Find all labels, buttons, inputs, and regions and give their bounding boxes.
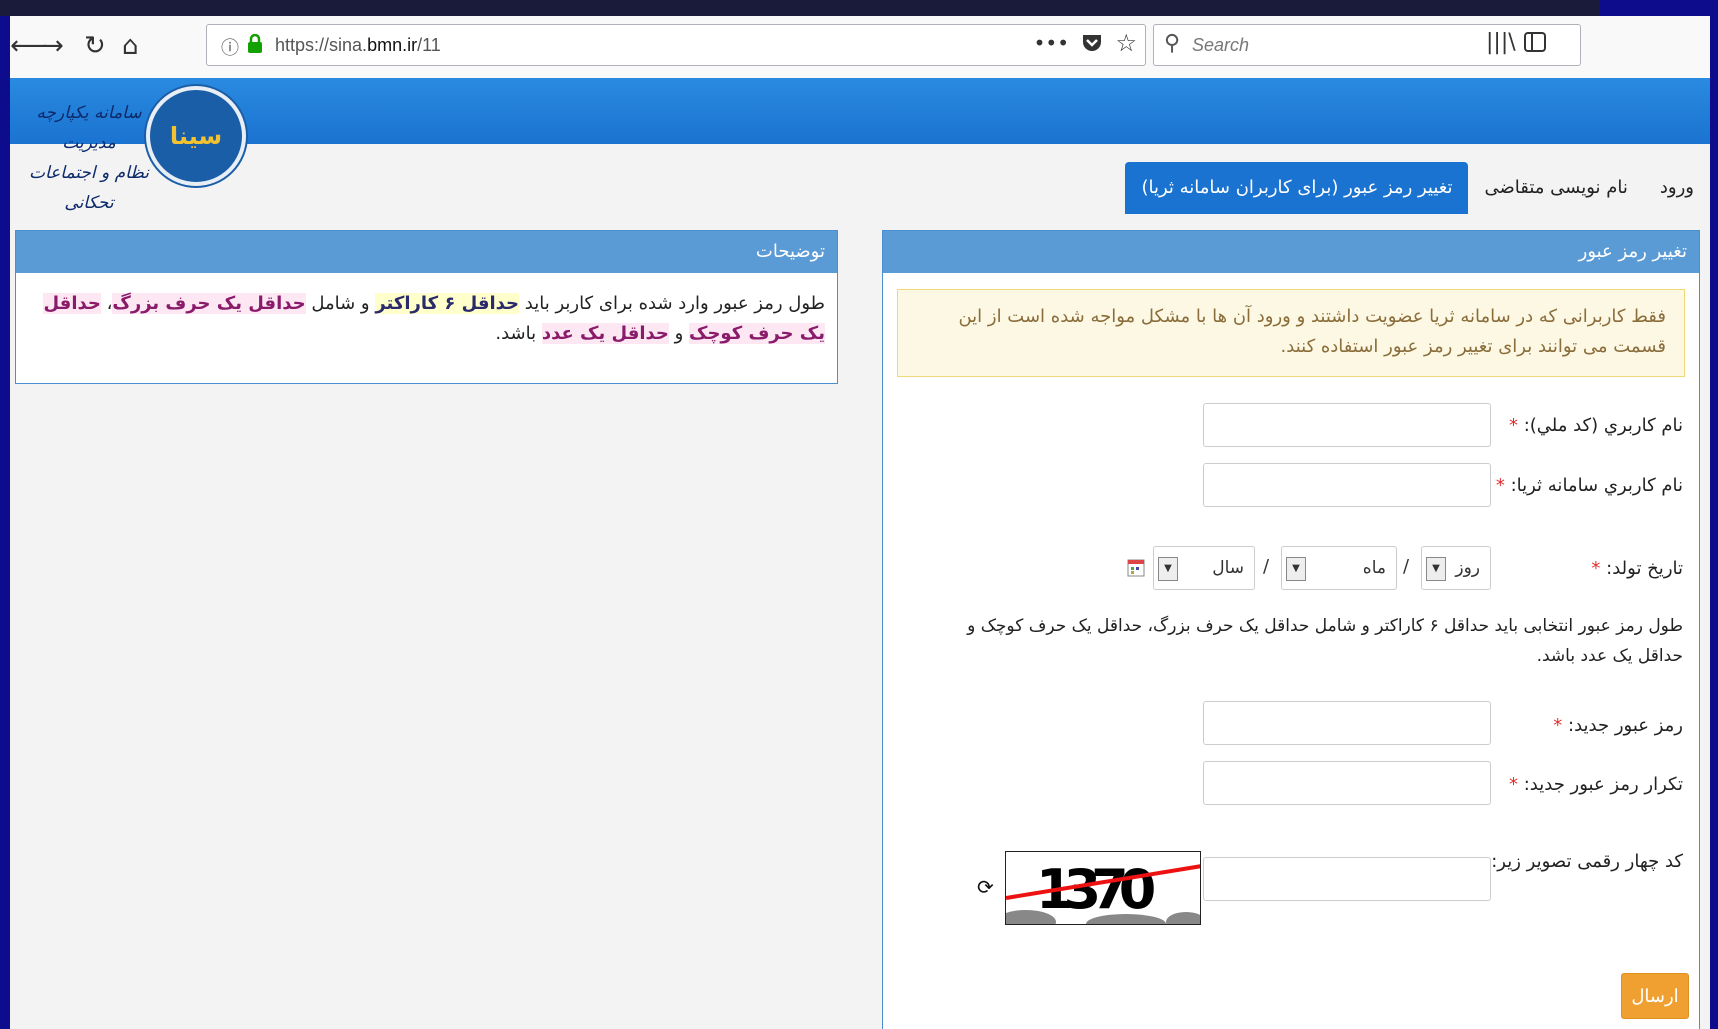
forward-button[interactable]: → (42, 28, 64, 64)
address-bar[interactable]: ⓘ https://sina.bmn.ir/11 ••• ☆ (206, 24, 1146, 66)
new-password-label: رمز عبور جدید: * (1553, 715, 1683, 736)
soraya-username-input[interactable] (1203, 463, 1491, 507)
description-text: طول رمز عبور وارد شده برای کاربر باید حد… (43, 293, 825, 344)
warning-alert: فقط کاربرانی که در سامانه ثریا عضویت داش… (897, 289, 1685, 377)
calendar-icon[interactable] (1127, 559, 1145, 577)
required-mark: * (1553, 715, 1563, 736)
info-icon[interactable]: ⓘ (221, 34, 239, 60)
birth-day-select[interactable]: روز ▼ (1421, 546, 1491, 590)
date-separator: / (1403, 556, 1410, 577)
chevron-down-icon: ▼ (1426, 557, 1446, 581)
window-title-strip (0, 0, 1600, 16)
captcha-image: 1370 (1005, 851, 1201, 925)
page-actions-icon[interactable]: ••• (1034, 31, 1069, 55)
captcha-input[interactable] (1203, 857, 1491, 901)
search-bar[interactable]: ⚲ Search (1153, 24, 1581, 66)
search-icon: ⚲ (1164, 31, 1181, 56)
refresh-captcha-icon[interactable]: ⟳ (977, 875, 994, 899)
library-icon[interactable]: |||\ (1486, 30, 1516, 55)
required-mark: * (1495, 475, 1505, 496)
browser-toolbar: ⟵ → ↻ ⌂ ⓘ https://sina.bmn.ir/11 ••• ☆ ⚲… (10, 16, 1710, 79)
description-panel: توضیحات طول رمز عبور وارد شده برای کاربر… (15, 230, 838, 384)
username-input[interactable] (1203, 403, 1491, 447)
url-text: https://sina.bmn.ir/11 (275, 35, 441, 55)
captcha-label: کد چهار رقمی تصویر زیر: (1491, 851, 1683, 872)
chevron-down-icon: ▼ (1158, 557, 1178, 581)
lock-icon (247, 33, 262, 53)
date-separator: / (1263, 556, 1270, 577)
nav-login[interactable]: ورود (1644, 162, 1710, 214)
highlight-digit: حداقل یک عدد (541, 323, 669, 344)
sidebar-icon[interactable] (1524, 32, 1546, 52)
birth-year-select[interactable]: سال ▼ (1153, 546, 1255, 590)
password-hint: طول رمز عبور انتخابی باید حداقل ۶ کاراکت… (967, 616, 1683, 666)
birthdate-label: تاریخ تولد: * (1591, 558, 1683, 579)
soraya-username-label: نام کاربري سامانه ثریا: * (1495, 475, 1683, 496)
highlight-min-chars: حداقل ۶ کاراکتر (375, 293, 520, 314)
nav-register[interactable]: نام نویسی متقاضی (1468, 162, 1643, 214)
pocket-icon[interactable] (1081, 32, 1103, 54)
web-page: سامانه یکپارچه مدیریت نظام و اجتماعات تح… (10, 78, 1710, 1029)
main-nav: ورود نام نویسی متقاضی تغییر رمز عبور (بر… (1125, 162, 1710, 214)
bookmark-star-icon[interactable]: ☆ (1115, 29, 1137, 57)
username-label: نام کاربري (کد ملي): * (1508, 415, 1683, 436)
required-mark: * (1508, 415, 1518, 436)
search-placeholder: Search (1192, 35, 1250, 55)
highlight-uppercase: حداقل یک حرف بزرگ (112, 293, 306, 314)
birth-month-select[interactable]: ماه ▼ (1281, 546, 1397, 590)
panel-title: تغییر رمز عبور (883, 231, 1699, 273)
required-mark: * (1508, 774, 1518, 795)
description-title: توضیحات (16, 231, 837, 273)
site-logo-text: سامانه یکپارچه مدیریت نظام و اجتماعات تح… (28, 103, 150, 213)
site-logo[interactable]: سینا (146, 86, 246, 186)
repeat-password-label: تکرار رمز عبور جدید: * (1508, 774, 1683, 795)
repeat-password-input[interactable] (1203, 761, 1491, 805)
home-icon[interactable]: ⌂ (122, 28, 139, 64)
site-banner (10, 78, 1710, 144)
reload-button[interactable]: ↻ (84, 28, 106, 64)
change-password-panel: تغییر رمز عبور فقط کاربرانی که در سامانه… (882, 230, 1700, 1029)
new-password-input[interactable] (1203, 701, 1491, 745)
required-mark: * (1591, 558, 1601, 579)
nav-change-password[interactable]: تغییر رمز عبور (برای کاربران سامانه ثریا… (1125, 162, 1469, 214)
submit-button[interactable]: ارسال (1621, 973, 1689, 1019)
chevron-down-icon: ▼ (1286, 557, 1306, 581)
